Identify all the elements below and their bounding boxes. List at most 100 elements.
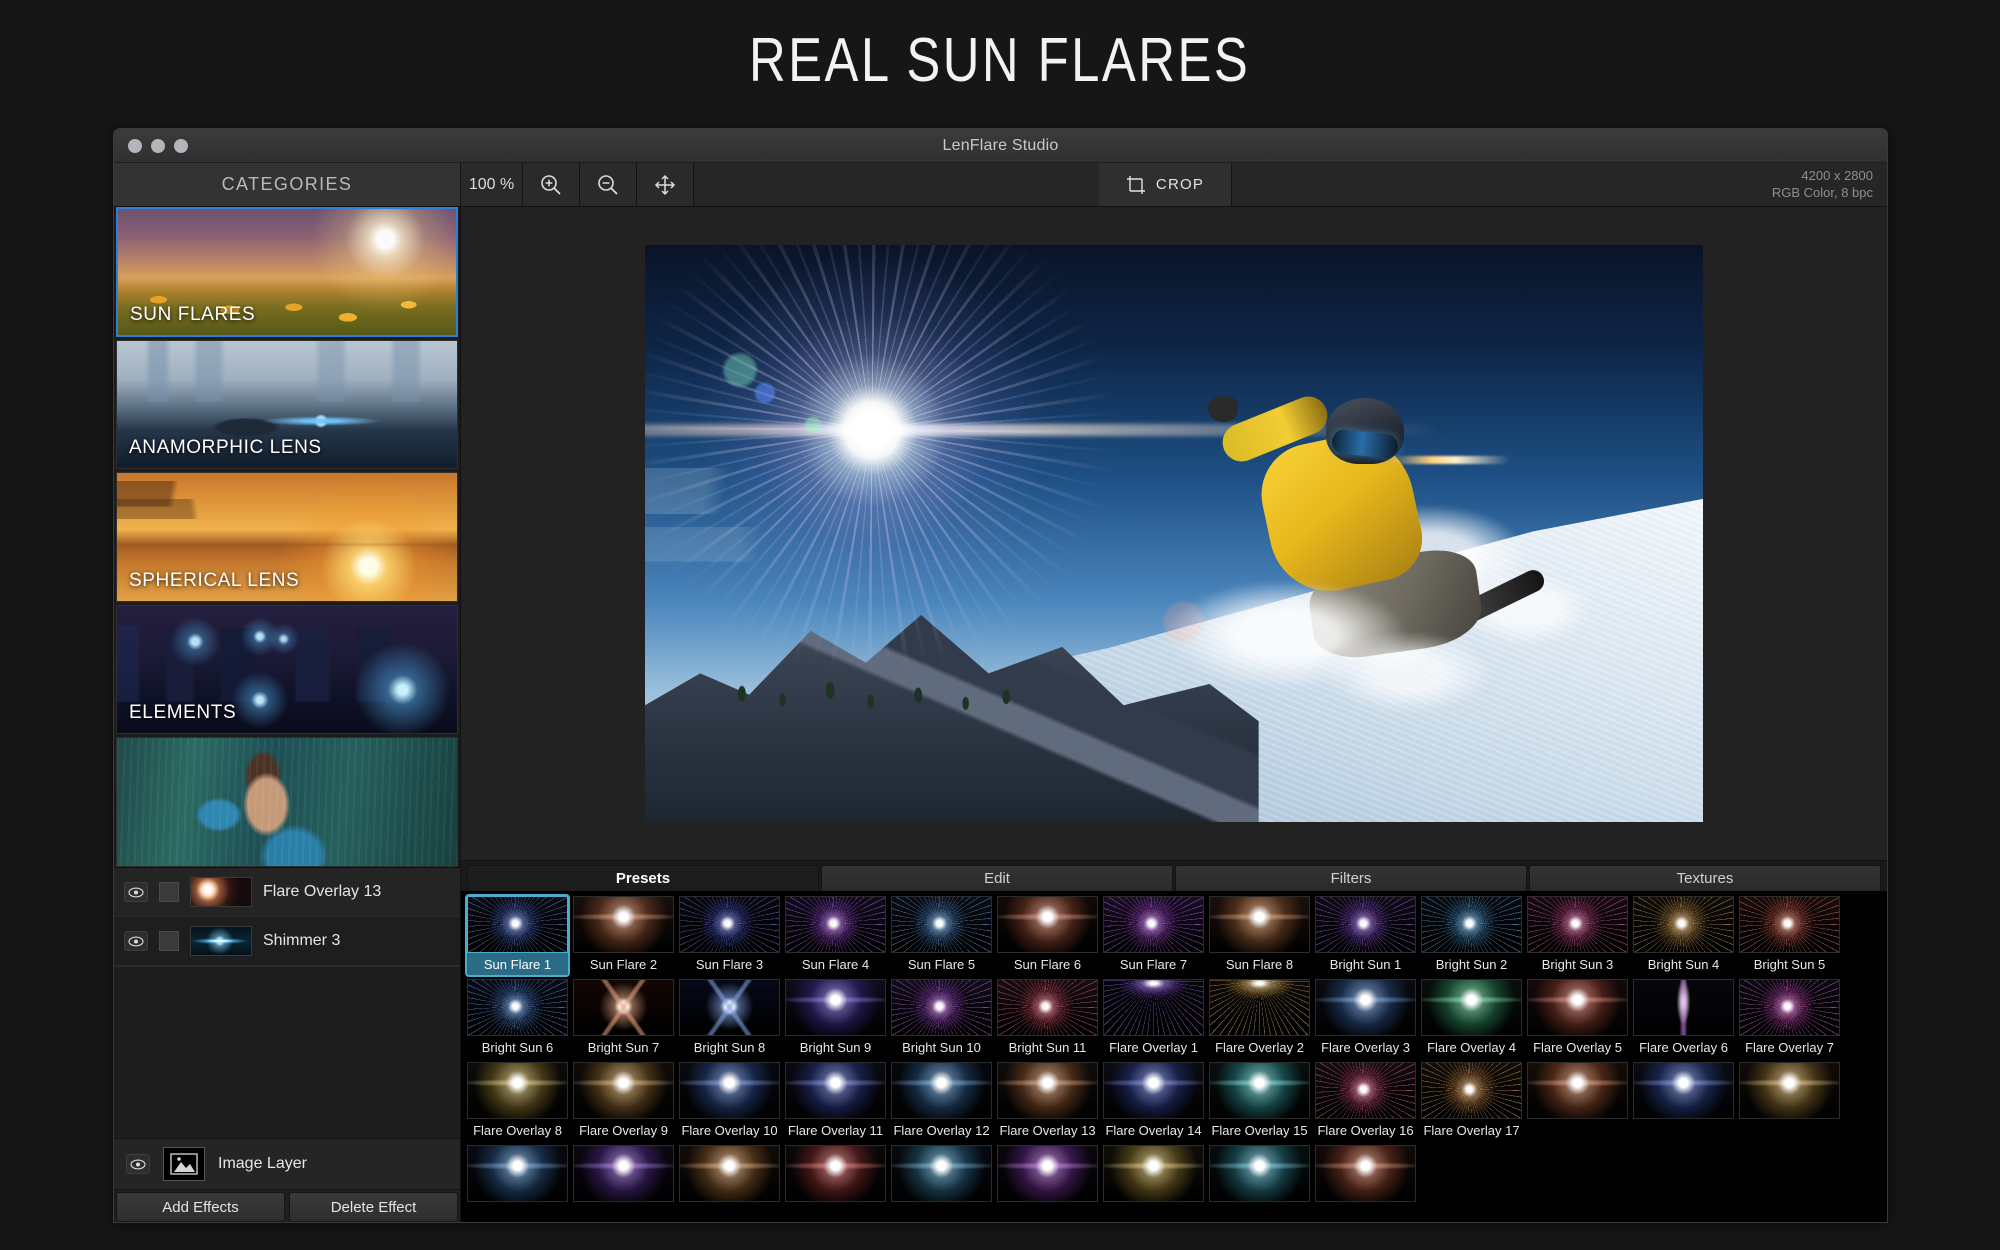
- crop-icon: [1126, 175, 1145, 194]
- layer-row[interactable]: Shimmer 3: [114, 917, 460, 966]
- preset-thumbnail: [1103, 1145, 1204, 1202]
- preset-item[interactable]: Flare Overlay 12: [891, 1062, 992, 1141]
- layer-mask-checkbox[interactable]: [159, 882, 179, 902]
- preset-item[interactable]: Bright Sun 5: [1739, 896, 1840, 975]
- image-layer-visibility-toggle[interactable]: [126, 1154, 150, 1174]
- preset-label: [785, 1202, 886, 1222]
- preset-item[interactable]: Bright Sun 4: [1633, 896, 1734, 975]
- preset-label: Flare Overlay 10: [681, 1122, 778, 1138]
- app-screenshot: REAL SUN FLARES LenFlare Studio CATEGORI…: [0, 0, 2000, 1250]
- tab-edit[interactable]: Edit: [821, 865, 1173, 891]
- preset-item[interactable]: [1209, 1145, 1310, 1222]
- panel-tabs: Presets Edit Filters Textures: [461, 861, 1887, 891]
- preset-item[interactable]: Bright Sun 3: [1527, 896, 1628, 975]
- preset-item[interactable]: Sun Flare 4: [785, 896, 886, 975]
- preset-item[interactable]: [891, 1145, 992, 1222]
- add-effects-button[interactable]: Add Effects: [116, 1192, 285, 1222]
- preset-thumbnail: [1103, 896, 1204, 953]
- layer-thumbnail: [190, 926, 252, 956]
- preset-item[interactable]: Sun Flare 5: [891, 896, 992, 975]
- preset-thumbnail: [573, 896, 674, 953]
- preset-label: Flare Overlay 6: [1639, 1039, 1728, 1055]
- zoom-out-button[interactable]: [580, 163, 637, 206]
- preset-item[interactable]: Bright Sun 6: [467, 979, 568, 1058]
- preview-image[interactable]: [645, 245, 1703, 822]
- tab-textures[interactable]: Textures: [1529, 865, 1881, 891]
- crop-button[interactable]: CROP: [1099, 163, 1232, 206]
- preset-item[interactable]: Flare Overlay 10: [679, 1062, 780, 1141]
- snow-spray-lower: [1142, 539, 1503, 730]
- preset-item[interactable]: [785, 1145, 886, 1222]
- preset-thumbnail: [1315, 979, 1416, 1036]
- preset-item[interactable]: Bright Sun 2: [1421, 896, 1522, 975]
- layer-visibility-toggle[interactable]: [124, 931, 148, 951]
- preset-item[interactable]: Flare Overlay 9: [573, 1062, 674, 1141]
- preset-item[interactable]: Bright Sun 9: [785, 979, 886, 1058]
- layer-visibility-toggle[interactable]: [124, 882, 148, 902]
- layer-name: Shimmer 3: [263, 932, 341, 949]
- preset-item[interactable]: [1527, 1062, 1628, 1141]
- preset-item[interactable]: Flare Overlay 6: [1633, 979, 1734, 1058]
- preset-item[interactable]: Sun Flare 1: [465, 894, 570, 977]
- preset-item[interactable]: [1633, 1062, 1734, 1141]
- image-info: 4200 x 2800 RGB Color, 8 bpc: [1637, 163, 1887, 206]
- preset-label: Bright Sun 9: [799, 1039, 872, 1055]
- tab-filters[interactable]: Filters: [1175, 865, 1527, 891]
- move-tool-button[interactable]: [637, 163, 694, 206]
- preset-item[interactable]: Sun Flare 3: [679, 896, 780, 975]
- preset-item[interactable]: Bright Sun 8: [679, 979, 780, 1058]
- preset-item[interactable]: Bright Sun 7: [573, 979, 674, 1058]
- effect-layers-list: Flare Overlay 13 Shimmer 3: [114, 868, 460, 966]
- preset-item[interactable]: Flare Overlay 11: [785, 1062, 886, 1141]
- image-layer-row[interactable]: Image Layer: [114, 1138, 460, 1190]
- category-item-sun-flares[interactable]: SUN FLARES: [116, 207, 458, 337]
- canvas-area[interactable]: [461, 207, 1887, 861]
- preset-item[interactable]: Flare Overlay 4: [1421, 979, 1522, 1058]
- category-item-elements[interactable]: ELEMENTS: [116, 604, 458, 735]
- preset-item[interactable]: Flare Overlay 1: [1103, 979, 1204, 1058]
- preset-item[interactable]: [1315, 1145, 1416, 1222]
- preset-item[interactable]: Flare Overlay 5: [1527, 979, 1628, 1058]
- preset-item[interactable]: [467, 1145, 568, 1222]
- preset-grid[interactable]: Sun Flare 1 Sun Flare 2 Sun Flare 3 Sun Fla…: [461, 891, 1887, 1222]
- preset-label: Sun Flare 3: [695, 956, 764, 972]
- preset-item[interactable]: Flare Overlay 8: [467, 1062, 568, 1141]
- page-title: REAL SUN FLARES: [749, 25, 1251, 95]
- preset-label: Bright Sun 1: [1329, 956, 1402, 972]
- eye-icon: [128, 887, 144, 897]
- category-item-anamorphic-lens[interactable]: ANAMORPHIC LENS: [116, 339, 458, 470]
- preset-item[interactable]: Sun Flare 2: [573, 896, 674, 975]
- preset-item[interactable]: [573, 1145, 674, 1222]
- layer-row[interactable]: Flare Overlay 13: [114, 868, 460, 917]
- preset-item[interactable]: Flare Overlay 15: [1209, 1062, 1310, 1141]
- layer-mask-checkbox[interactable]: [159, 931, 179, 951]
- preset-item[interactable]: Sun Flare 8: [1209, 896, 1310, 975]
- preset-item[interactable]: Flare Overlay 2: [1209, 979, 1310, 1058]
- eye-icon: [128, 936, 144, 946]
- zoom-in-button[interactable]: [523, 163, 580, 206]
- preset-thumbnail: [891, 979, 992, 1036]
- zoom-level[interactable]: 100 %: [461, 163, 523, 206]
- preset-label: Bright Sun 10: [902, 1039, 981, 1055]
- preset-item[interactable]: [679, 1145, 780, 1222]
- preset-thumbnail: [785, 1062, 886, 1119]
- category-item-spherical-lens[interactable]: SPHERICAL LENS: [116, 472, 458, 602]
- preset-item[interactable]: Flare Overlay 16: [1315, 1062, 1416, 1141]
- preset-item[interactable]: Bright Sun 11: [997, 979, 1098, 1058]
- preset-label: Sun Flare 7: [1119, 956, 1188, 972]
- preset-item[interactable]: Flare Overlay 13: [997, 1062, 1098, 1141]
- preset-item[interactable]: Flare Overlay 17: [1421, 1062, 1522, 1141]
- preset-item[interactable]: Flare Overlay 3: [1315, 979, 1416, 1058]
- delete-effect-button[interactable]: Delete Effect: [289, 1192, 458, 1222]
- preset-item[interactable]: Sun Flare 6: [997, 896, 1098, 975]
- preset-item[interactable]: Sun Flare 7: [1103, 896, 1204, 975]
- preset-item[interactable]: [1739, 1062, 1840, 1141]
- category-item-portrait[interactable]: [116, 737, 458, 867]
- tab-presets[interactable]: Presets: [467, 865, 819, 891]
- preset-item[interactable]: [997, 1145, 1098, 1222]
- preset-item[interactable]: Bright Sun 1: [1315, 896, 1416, 975]
- preset-item[interactable]: Flare Overlay 14: [1103, 1062, 1204, 1141]
- preset-item[interactable]: Flare Overlay 7: [1739, 979, 1840, 1058]
- preset-item[interactable]: [1103, 1145, 1204, 1222]
- preset-item[interactable]: Bright Sun 10: [891, 979, 992, 1058]
